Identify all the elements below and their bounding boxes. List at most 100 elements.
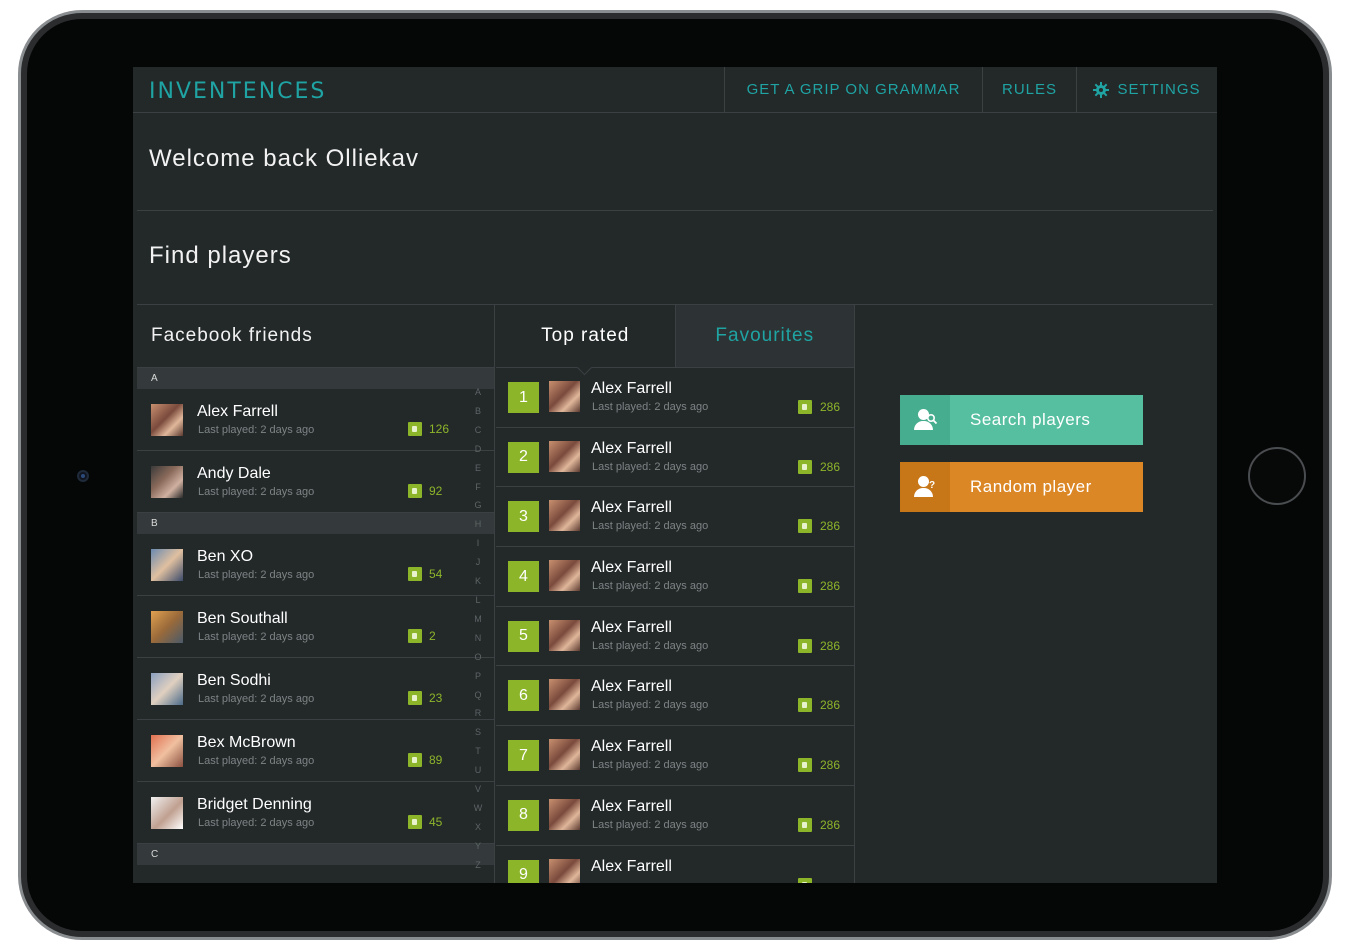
index-letter[interactable]: N — [472, 629, 484, 648]
friend-score: 45 — [429, 815, 443, 829]
top-navigation: INVENTENCES GET A GRIP ON GRAMMAR RULES — [133, 67, 1217, 113]
player-last-played: Last played: 2 days ago — [592, 759, 709, 772]
index-letter[interactable]: E — [472, 459, 484, 478]
app-logo[interactable]: INVENTENCES — [149, 79, 326, 104]
index-letter[interactable]: P — [472, 667, 484, 686]
index-letter[interactable]: R — [472, 704, 484, 723]
index-letter[interactable]: L — [472, 591, 484, 610]
avatar — [549, 679, 580, 711]
friend-row[interactable]: Bridget Denning Last played: 2 days ago … — [137, 782, 494, 844]
index-letter[interactable]: M — [472, 610, 484, 629]
index-letter[interactable]: U — [472, 761, 484, 780]
index-letter[interactable]: S — [472, 723, 484, 742]
avatar — [549, 440, 580, 472]
index-letter[interactable]: T — [472, 742, 484, 761]
thumbs-up-icon — [798, 758, 812, 773]
index-letter[interactable]: D — [472, 440, 484, 459]
nav-settings[interactable]: SETTINGS — [1076, 67, 1217, 112]
thumbs-up-icon — [798, 698, 812, 713]
friend-row[interactable]: Andy Dale Last played: 2 days ago 92 — [137, 451, 494, 513]
ranked-player-row[interactable]: 7 Alex Farrell Last played: 2 days ago 2… — [496, 726, 854, 786]
player-last-played: Last played: 2 days ago — [592, 818, 709, 831]
index-letter[interactable]: X — [472, 818, 484, 837]
section-header-c: C — [137, 844, 494, 865]
friend-name: Andy Dale — [197, 465, 271, 482]
players-tabs-panel: Top rated Favourites 1 Alex Farrell Last… — [496, 305, 855, 883]
person-search-icon — [900, 395, 950, 445]
friend-row[interactable]: Bex McBrown Last played: 2 days ago 89 — [137, 720, 494, 782]
section-header-b: B — [137, 513, 494, 534]
friend-last-played: Last played: 2 days ago — [198, 693, 315, 705]
index-letter[interactable]: V — [472, 780, 484, 799]
search-players-button[interactable]: Search players — [900, 395, 1143, 445]
index-letter[interactable]: Q — [472, 686, 484, 705]
facebook-friends-title: Facebook friends — [137, 305, 494, 368]
rank-badge: 2 — [508, 441, 539, 473]
friend-row[interactable]: Ben Southall Last played: 2 days ago 2 — [137, 596, 494, 658]
friend-row[interactable]: Alex Farrell Last played: 2 days ago 126 — [137, 389, 494, 451]
nav-grammar[interactable]: GET A GRIP ON GRAMMAR — [724, 67, 982, 112]
index-letter[interactable]: Z — [472, 856, 484, 875]
player-name: Alex Farrell — [591, 499, 672, 517]
search-players-label: Search players — [970, 410, 1091, 429]
random-player-button[interactable]: ? Random player — [900, 462, 1143, 512]
thumbs-up-icon — [408, 567, 422, 581]
friend-name: Ben Southall — [197, 610, 288, 627]
player-score: 286 — [820, 519, 841, 534]
player-last-played: Last played: 2 days ago — [592, 460, 709, 473]
index-letter[interactable]: O — [472, 648, 484, 667]
nav-rules-label: RULES — [1001, 81, 1058, 98]
avatar — [151, 549, 183, 581]
index-letter[interactable]: G — [472, 496, 484, 515]
nav-rules[interactable]: RULES — [982, 67, 1076, 112]
friend-row[interactable]: Ben Sodhi Last played: 2 days ago 23 — [137, 658, 494, 720]
player-name: Alex Farrell — [591, 380, 672, 397]
player-name: Alex Farrell — [591, 797, 672, 815]
player-score: 286 — [820, 758, 841, 773]
player-last-played: Last played: 2 days ago — [592, 520, 709, 533]
index-letter[interactable]: B — [472, 402, 484, 421]
index-letter[interactable]: I — [472, 534, 484, 553]
index-letter[interactable]: K — [472, 572, 484, 591]
thumbs-up-icon — [408, 815, 422, 829]
ranked-player-row[interactable]: 2 Alex Farrell Last played: 2 days ago 2… — [496, 428, 854, 488]
player-score: 286 — [820, 579, 841, 594]
ranked-player-row[interactable]: 9 Alex Farrell — [496, 846, 854, 883]
ranked-player-row[interactable]: 4 Alex Farrell Last played: 2 days ago 2… — [496, 547, 854, 607]
index-letter[interactable]: C — [472, 421, 484, 440]
friend-score: 2 — [429, 629, 436, 643]
thumbs-up-icon — [798, 400, 812, 414]
friend-score: 89 — [429, 753, 443, 767]
ranked-player-row[interactable]: 3 Alex Farrell Last played: 2 days ago 2… — [496, 487, 854, 548]
ranked-player-row[interactable]: 6 Alex Farrell Last played: 2 days ago 2… — [496, 666, 854, 727]
index-letter[interactable]: A — [472, 383, 484, 402]
index-letter[interactable]: W — [472, 799, 484, 818]
avatar — [549, 798, 580, 830]
thumbs-up-icon — [408, 629, 422, 643]
avatar — [151, 611, 183, 643]
rank-badge: 7 — [508, 740, 539, 772]
avatar — [151, 735, 183, 767]
friend-row[interactable]: Ben XO Last played: 2 days ago 54 — [137, 534, 494, 596]
home-button[interactable] — [1248, 447, 1306, 505]
player-score: 286 — [820, 459, 841, 474]
ranked-player-row[interactable]: 8 Alex Farrell Last played: 2 days ago 2… — [496, 786, 854, 846]
thumbs-up-icon — [798, 817, 812, 832]
player-name: Alex Farrell — [591, 857, 672, 875]
facebook-friends-panel: Facebook friends A Alex Farrell Last pla… — [137, 305, 495, 883]
ranked-player-row[interactable]: 5 Alex Farrell Last played: 2 days ago 2… — [496, 607, 854, 667]
player-score: 286 — [820, 638, 841, 653]
tab-favourites[interactable]: Favourites — [674, 305, 854, 367]
tab-top-rated[interactable]: Top rated — [496, 305, 675, 367]
index-letter[interactable]: J — [472, 553, 484, 572]
friend-score: 23 — [429, 691, 443, 705]
player-score: 286 — [820, 698, 841, 713]
index-letter[interactable]: H — [472, 515, 484, 534]
friend-last-played: Last played: 2 days ago — [198, 755, 315, 767]
index-letter[interactable]: Y — [472, 837, 484, 856]
alphabet-index[interactable]: A B C D E F G H I J K L M N O P Q R S T … — [472, 383, 484, 875]
index-letter[interactable]: F — [472, 478, 484, 497]
rank-badge: 5 — [508, 620, 539, 652]
section-header-a: A — [137, 368, 494, 389]
ranked-player-row[interactable]: 1 Alex Farrell Last played: 2 days ago 2… — [496, 368, 854, 428]
